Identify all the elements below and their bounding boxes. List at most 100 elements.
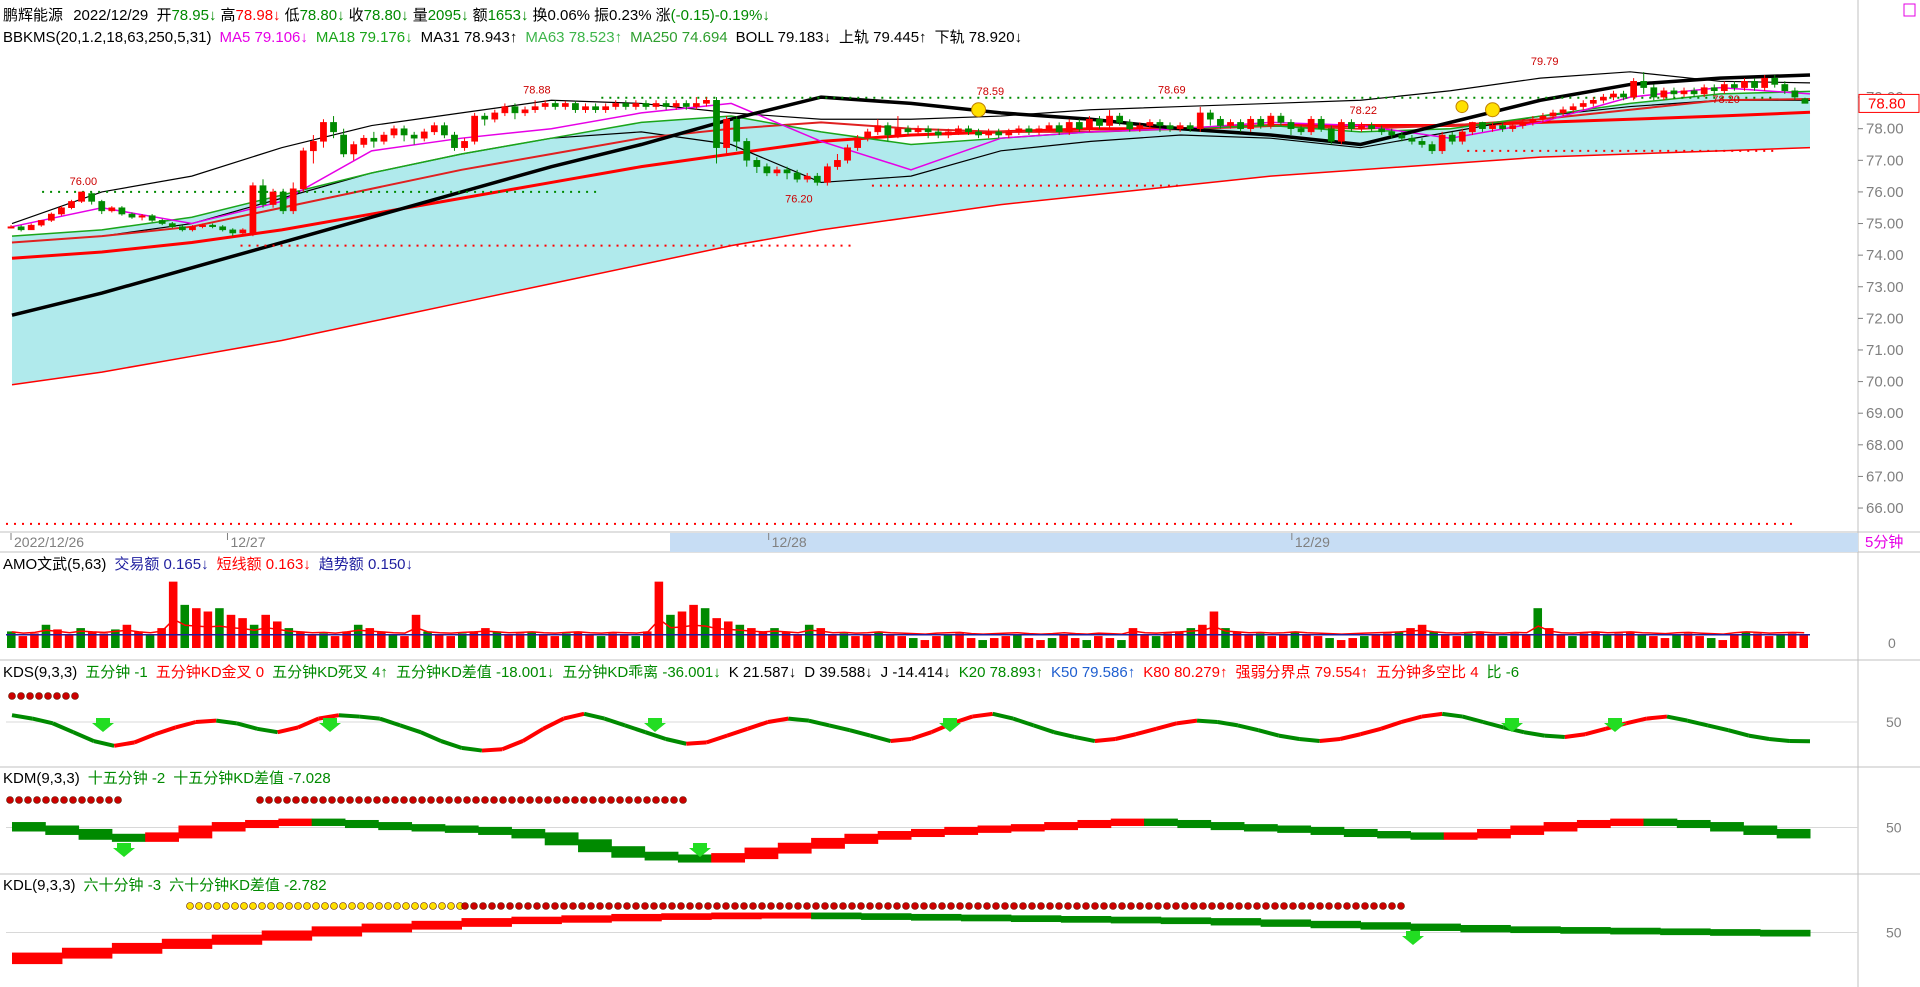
kds-segment [1686, 718, 1709, 728]
kds-segment [501, 739, 524, 752]
y-tick-label: 71.00 [1866, 342, 1904, 359]
kds-segment [583, 711, 605, 721]
candle-body [1700, 87, 1708, 95]
kdl-signal-dot [461, 902, 469, 910]
timeframe-label[interactable]: 5分钟 [1865, 534, 1903, 551]
kdm-legend-item: 十五分钟 -2 [88, 770, 166, 787]
candle-body [1761, 77, 1769, 88]
amo-bar [573, 631, 583, 648]
kdl-signal-dot [569, 902, 577, 910]
kdm-signal-dot [526, 796, 534, 804]
kdm-signal-dot [607, 796, 615, 804]
candle-body [279, 191, 287, 212]
candle-body [1247, 118, 1255, 129]
kdm-block [378, 822, 413, 831]
candle-body [1227, 122, 1234, 126]
kdl-signal-dot [884, 902, 892, 910]
amo-bar [99, 633, 109, 648]
amo-bar [446, 636, 455, 648]
kdm-signal-dot [472, 796, 480, 804]
kds-segment [216, 718, 238, 726]
indicator-item: 上轨 79.445↑ [839, 29, 927, 46]
kdl-signal-dot [186, 902, 194, 910]
kdl-signal-dot [1172, 902, 1180, 910]
candle-body [1710, 87, 1718, 92]
candle-body [1640, 81, 1648, 88]
kdm-signal-dot [661, 796, 669, 804]
candle-body [944, 131, 952, 136]
kdl-signal-dot [1127, 902, 1135, 910]
square-outline-icon[interactable] [1903, 3, 1916, 17]
amo-bar [989, 638, 999, 648]
kdm-block [1576, 819, 1611, 829]
amo-bar [1047, 638, 1057, 648]
candle-body [521, 109, 529, 114]
amo-bar [1475, 631, 1485, 648]
kdm-signal-dot [418, 796, 426, 804]
kdl-legend: KDL(9,3,3) 六十分钟 -3 六十分钟KD差值 -2.782 [3, 877, 327, 894]
kdm-block [511, 828, 546, 839]
quote-label: 开 [156, 7, 171, 24]
kds-signal-dot [62, 692, 70, 700]
candle-body [582, 106, 589, 110]
y-tick-label: 74.00 [1866, 247, 1904, 264]
date-scrollbar-highlight[interactable] [670, 533, 1858, 552]
candle-body [1206, 112, 1214, 120]
candle-body [793, 172, 801, 180]
kdm-block [1077, 819, 1112, 829]
kdl-signal-dot [506, 902, 514, 910]
kdl-signal-dot [731, 902, 739, 910]
amo-bar [1163, 633, 1172, 648]
amo-bar [793, 634, 802, 648]
amo-bar [1521, 634, 1531, 648]
kdl-signal-dot [857, 902, 865, 910]
kdm-signal-dot [634, 796, 642, 804]
candle-body [410, 134, 418, 139]
candle-body [350, 144, 358, 155]
kdl-signal-dot [623, 902, 631, 910]
candle-body [955, 128, 962, 133]
kds-legend-item: 五分钟 -1 [85, 664, 148, 681]
candle-body [1579, 103, 1587, 107]
kds-signal-dot [26, 692, 34, 700]
kds-segment [1666, 714, 1688, 723]
kdl-signal-dot [1343, 902, 1351, 910]
amo-bar [18, 636, 28, 648]
candle-body [561, 103, 569, 107]
kdm-block [1776, 828, 1811, 839]
candle-body [1368, 125, 1375, 129]
candle-body [874, 125, 882, 133]
amo-bar [1070, 638, 1080, 648]
kdl-signal-dot [1352, 902, 1360, 910]
kds-tick: 50 [1886, 714, 1902, 730]
amo-bar [781, 631, 791, 648]
kdl-legend-item: 六十分钟 -3 [84, 877, 162, 894]
chart-canvas[interactable]: 鹏辉能源 2022/12/29 开78.95↓ 高78.98↓ 低78.80↓ 收78… [0, 0, 1920, 987]
kdl-signal-dot [393, 902, 401, 910]
kdm-block [1243, 824, 1278, 832]
kdm-block [111, 833, 146, 842]
amo-bar [249, 624, 259, 648]
candle-body [934, 131, 942, 136]
kds-segment [461, 745, 483, 753]
kds-legend-item: 五分钟KD死叉 4↑ [272, 664, 388, 681]
kdl-signal-dot [1154, 902, 1162, 910]
kdm-block [611, 846, 646, 858]
amo-bar [1117, 640, 1126, 648]
kdl-signal-dot [821, 902, 829, 910]
y-tick-label: 68.00 [1866, 437, 1904, 454]
kds-segment [1339, 732, 1361, 741]
kdl-legend-item: 六十分钟KD差值 -2.782 [169, 877, 327, 894]
kdl-signal-dot [1325, 902, 1333, 910]
kdl-signal-dot [713, 902, 721, 910]
kdl-signal-dot [1316, 902, 1324, 910]
amo-bar [1174, 631, 1184, 648]
candle-body [1297, 128, 1305, 133]
candle-body [1166, 125, 1174, 129]
kdm-legend-item: 十五分钟KD差值 -7.028 [173, 770, 331, 787]
kds-segment [1114, 732, 1137, 741]
kdl-signal-dot [776, 902, 784, 910]
kds-legend-item: J -14.414↓ [881, 664, 951, 681]
price-annotation: 76.20 [785, 194, 813, 206]
amo-bar [1059, 634, 1068, 648]
